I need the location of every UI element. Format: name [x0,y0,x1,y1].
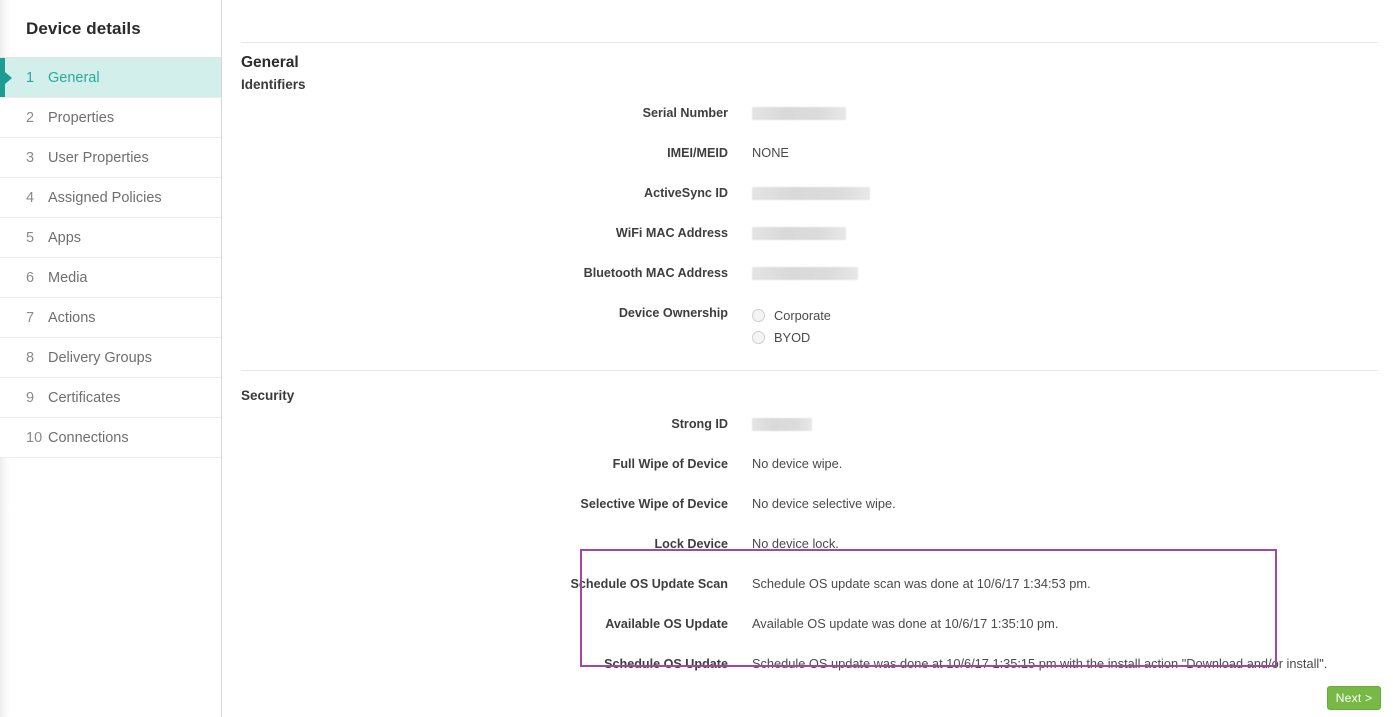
sidebar-item-number: 2 [26,109,35,126]
sidebar-item-actions[interactable]: 7 Actions [0,298,221,338]
field-row: Strong ID [222,416,1393,456]
redacted-value-bar [752,227,846,240]
sidebar-item-assigned-policies[interactable]: 4 Assigned Policies [0,178,221,218]
os-update-row: Available OS Update Available OS update w… [222,616,1393,656]
os-update-row: Schedule OS Update Schedule OS update was… [222,656,1393,696]
sidebar-item-number: 6 [26,269,35,286]
security-section-header: Security [222,371,1393,406]
field-value: Schedule OS update was done at 10/6/17 1… [752,656,1328,671]
field-label: Available OS Update [605,617,728,631]
sidebar-item-label: Actions [48,309,96,326]
field-label: IMEI/MEID [667,146,728,160]
sidebar-item-label: Apps [48,229,82,246]
sidebar-item-number: 10 [26,429,43,446]
security-field-list: Strong ID Full Wipe of Device No device wi… [222,406,1393,576]
field-value-redacted [752,185,870,204]
field-value: No device lock. [752,536,839,551]
device-details-page: Device details 1 General 2 Properties 3 User … [0,0,1393,717]
security-heading: Security [241,388,295,403]
radio-option-label: BYOD [774,329,811,345]
field-label: Device Ownership [618,306,728,320]
radio-button-icon[interactable] [752,308,765,322]
field-value: No device selective wipe. [752,496,896,511]
field-value: Schedule OS update scan was done at 10/6… [752,576,1091,591]
sidebar-item-number: 7 [26,309,35,326]
field-value-redacted [752,265,858,284]
field-label: Selective Wipe of Device [580,497,728,511]
field-value-redacted [752,416,812,435]
sidebar-item-media[interactable]: 6 Media [0,258,221,298]
sidebar-item-number: 5 [26,229,35,246]
field-value-redacted [752,105,846,124]
sidebar-item-label: Delivery Groups [48,349,152,366]
field-row: Full Wipe of Device No device wipe. [222,456,1393,496]
device-ownership-radio-group: Corporate BYOD [752,305,831,349]
field-row: Serial Number [222,105,1393,145]
redacted-value-bar [752,107,846,120]
sidebar-item-properties[interactable]: 2 Properties [0,98,221,138]
field-row: ActiveSync ID [222,185,1393,225]
page-title: General [241,54,299,71]
sidebar-item-number: 8 [26,349,35,366]
sidebar-item-label: Certificates [48,389,121,406]
field-row: Bluetooth MAC Address [222,265,1393,305]
field-label: Strong ID [671,417,728,431]
field-row: IMEI/MEID NONE [222,145,1393,185]
field-value-redacted [752,225,846,244]
field-label: Full Wipe of Device [612,457,728,471]
redacted-value-bar [752,418,812,431]
general-section-header: General Identifiers [222,43,1393,95]
os-update-field-list: Schedule OS Update Scan Schedule OS updat… [222,576,1393,696]
redacted-value-bar [752,187,870,200]
sidebar-item-label: Connections [48,429,129,446]
sidebar-item-label: Media [48,269,88,286]
sidebar: Device details 1 General 2 Properties 3 User … [0,0,222,717]
sidebar-item-connections[interactable]: 10 Connections [0,418,221,458]
identifiers-heading: Identifiers [241,77,306,92]
next-button[interactable]: Next > [1327,686,1381,710]
os-update-row: Schedule OS Update Scan Schedule OS updat… [222,576,1393,616]
field-label: Schedule OS Update [604,657,728,671]
redacted-value-bar [752,267,858,280]
sidebar-item-label: Properties [48,109,115,126]
main-content: General Identifiers Serial Number IMEI/ME… [222,0,1393,717]
sidebar-item-number: 9 [26,389,35,406]
sidebar-item-label: General [48,69,100,86]
field-label: WiFi MAC Address [615,226,728,240]
sidebar-item-number: 4 [26,189,35,206]
field-value: Available OS update was done at 10/6/17 … [752,616,1059,631]
radio-option-corporate[interactable]: Corporate [752,305,831,325]
field-label: Lock Device [654,537,728,551]
field-value: NONE [752,145,789,160]
sidebar-item-general[interactable]: 1 General [0,58,221,98]
identifiers-field-list: Serial Number IMEI/MEID NONE ActiveSync ID W… [222,95,1393,361]
sidebar-item-apps[interactable]: 5 Apps [0,218,221,258]
field-label: ActiveSync ID [644,186,728,200]
sidebar-nav-list: 1 General 2 Properties 3 User Properties 4 Assi… [0,58,221,458]
sidebar-item-user-properties[interactable]: 3 User Properties [0,138,221,178]
sidebar-item-number: 1 [26,69,35,86]
field-row: Selective Wipe of Device No device select… [222,496,1393,536]
sidebar-title: Device details [0,0,221,58]
sidebar-item-delivery-groups[interactable]: 8 Delivery Groups [0,338,221,378]
field-row: WiFi MAC Address [222,225,1393,265]
field-row: Lock Device No device lock. [222,536,1393,576]
radio-option-label: Corporate [774,307,831,323]
field-label: Schedule OS Update Scan [570,577,728,591]
radio-option-byod[interactable]: BYOD [752,327,831,347]
radio-button-icon[interactable] [752,330,765,344]
sidebar-item-certificates[interactable]: 9 Certificates [0,378,221,418]
field-label: Serial Number [642,106,728,120]
device-ownership-row: Device Ownership Corporate BYOD [222,305,1393,361]
sidebar-item-label: Assigned Policies [48,189,162,206]
sidebar-item-number: 3 [26,149,35,166]
field-label: Bluetooth MAC Address [583,266,728,280]
sidebar-item-label: User Properties [48,149,149,166]
field-value: No device wipe. [752,456,843,471]
